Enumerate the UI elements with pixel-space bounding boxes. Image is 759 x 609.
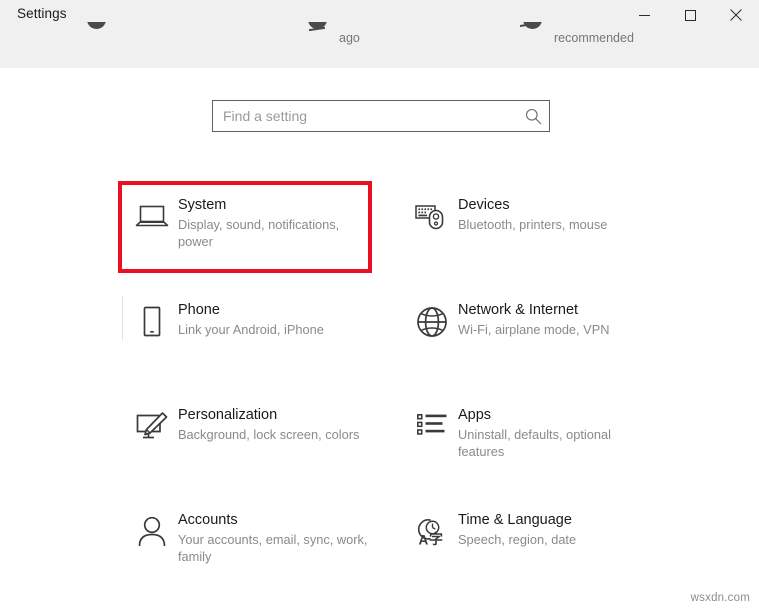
chevron-down-icon bbox=[520, 22, 546, 48]
clipped-item-2-label: ago bbox=[339, 31, 360, 45]
tile-subtitle: Your accounts, email, sync, work, family bbox=[178, 532, 368, 564]
maximize-icon bbox=[684, 9, 696, 21]
search-input[interactable] bbox=[213, 101, 517, 131]
clipped-overlay-row: ago recommended bbox=[0, 22, 759, 68]
person-icon bbox=[122, 509, 178, 555]
watermark: wsxdn.com bbox=[690, 592, 750, 604]
tile-apps[interactable]: Apps Uninstall, defaults, optional featu… bbox=[402, 392, 682, 497]
phone-icon bbox=[122, 299, 178, 345]
tile-title: Network & Internet bbox=[458, 302, 579, 318]
phone-tile-edge-marker bbox=[122, 296, 123, 340]
tile-text: Personalization Background, lock screen,… bbox=[178, 404, 359, 443]
tile-system[interactable]: System Display, sound, notifications, po… bbox=[122, 182, 402, 287]
tile-row: Accounts Your accounts, email, sync, wor… bbox=[122, 497, 682, 602]
tile-title: Accounts bbox=[178, 512, 238, 528]
tile-subtitle: Bluetooth, printers, mouse bbox=[458, 217, 608, 232]
dash-icon bbox=[305, 22, 331, 48]
tile-subtitle: Wi-Fi, airplane mode, VPN bbox=[458, 322, 610, 337]
tile-time-language[interactable]: A 字 Time & Language Speech, region, date bbox=[402, 497, 682, 602]
tile-title: Devices bbox=[458, 197, 510, 213]
close-icon bbox=[730, 9, 742, 21]
tile-text: Accounts Your accounts, email, sync, wor… bbox=[178, 509, 374, 565]
tile-subtitle: Link your Android, iPhone bbox=[178, 322, 324, 337]
laptop-icon bbox=[122, 194, 178, 240]
tile-devices[interactable]: Devices Bluetooth, printers, mouse bbox=[402, 182, 682, 287]
tile-phone[interactable]: Phone Link your Android, iPhone bbox=[122, 287, 402, 392]
tile-text: Phone Link your Android, iPhone bbox=[178, 299, 324, 338]
globe-icon bbox=[402, 299, 458, 345]
window-title: Settings bbox=[17, 6, 67, 21]
svg-text:字: 字 bbox=[429, 531, 443, 548]
tile-title: Time & Language bbox=[458, 512, 572, 528]
tile-title: Phone bbox=[178, 302, 220, 318]
tile-text: Devices Bluetooth, printers, mouse bbox=[458, 194, 607, 233]
tile-text: Apps Uninstall, defaults, optional featu… bbox=[458, 404, 654, 460]
tile-subtitle: Display, sound, notifications, power bbox=[178, 217, 340, 249]
tile-subtitle: Uninstall, defaults, optional features bbox=[458, 427, 611, 459]
tile-title: System bbox=[178, 197, 227, 213]
search-box[interactable] bbox=[212, 100, 550, 132]
clock-language-icon: A 字 bbox=[402, 509, 458, 555]
tile-title: Personalization bbox=[178, 407, 278, 423]
tile-title: Apps bbox=[458, 407, 492, 423]
minimize-icon bbox=[638, 14, 650, 16]
monitor-brush-icon bbox=[122, 404, 178, 450]
clipped-item-1 bbox=[84, 22, 118, 48]
tile-text: Network & Internet Wi-Fi, airplane mode,… bbox=[458, 299, 609, 338]
tile-accounts[interactable]: Accounts Your accounts, email, sync, wor… bbox=[122, 497, 402, 602]
search-icon[interactable] bbox=[517, 108, 549, 125]
tile-row: System Display, sound, notifications, po… bbox=[122, 182, 682, 287]
tile-subtitle: Speech, region, date bbox=[458, 532, 577, 547]
clipped-item-3: recommended bbox=[520, 22, 634, 48]
clipped-item-2: ago bbox=[305, 22, 360, 48]
clipped-item-3-label: recommended bbox=[554, 31, 634, 45]
tile-text: Time & Language Speech, region, date bbox=[458, 509, 576, 548]
tile-network-internet[interactable]: Network & Internet Wi-Fi, airplane mode,… bbox=[402, 287, 682, 392]
tile-row: Personalization Background, lock screen,… bbox=[122, 392, 682, 497]
list-icon bbox=[402, 404, 458, 450]
tile-subtitle: Background, lock screen, colors bbox=[178, 427, 360, 442]
svg-text:A: A bbox=[419, 533, 429, 548]
keyboard-mouse-icon bbox=[402, 194, 458, 240]
tile-text: System Display, sound, notifications, po… bbox=[178, 194, 374, 250]
chevron-down-icon bbox=[84, 22, 110, 48]
settings-tile-grid: System Display, sound, notifications, po… bbox=[122, 182, 682, 602]
tile-personalization[interactable]: Personalization Background, lock screen,… bbox=[122, 392, 402, 497]
tile-row: Phone Link your Android, iPhone Network … bbox=[122, 287, 682, 392]
